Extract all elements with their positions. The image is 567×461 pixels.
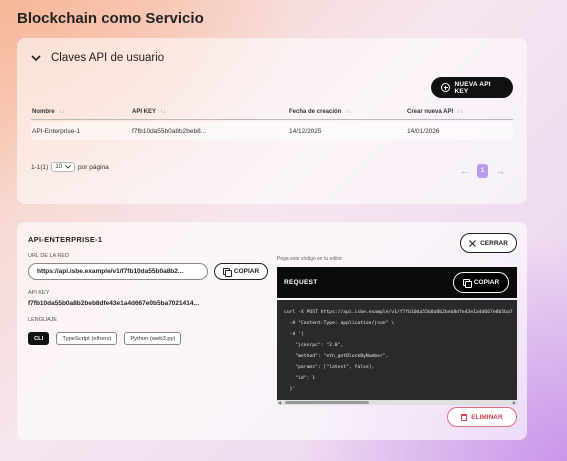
api-key-value: f7fb10da55b0a8b2beb8dfe43e1a4d667e0b5ba7… (28, 300, 199, 307)
sort-icon[interactable]: ↑↓ (59, 109, 65, 115)
add-circle-icon (441, 83, 450, 92)
request-label: REQUEST (284, 279, 318, 286)
network-url-field[interactable]: https://api.isbe.example/v1/f7fb10da55b0… (28, 263, 208, 280)
next-page-arrow-icon[interactable]: → (496, 166, 505, 176)
copy-code-button[interactable]: COPIAR (453, 272, 509, 293)
language-option-python[interactable]: Python (web3.py) (124, 332, 182, 345)
close-label: CERRAR (480, 239, 508, 247)
row-created-date: 14/12/2025 (289, 128, 322, 135)
code-line: "id": 1 (284, 376, 316, 381)
code-line: "params": ["latest", false], (284, 365, 375, 370)
detail-title: API-ENTERPRISE-1 (28, 235, 103, 244)
chevron-down-icon (31, 55, 41, 62)
row-name: API-Enterprise-1 (32, 128, 81, 135)
pagination-info: 1-1(1) 10 por página (31, 162, 109, 172)
prev-page-arrow-icon[interactable]: ← (460, 166, 469, 176)
new-api-key-button[interactable]: NUEVA API KEY (431, 77, 513, 98)
language-label: LENGUAJE (28, 317, 58, 323)
api-keys-section-title: Claves API de usuario (51, 52, 165, 64)
code-header: REQUEST COPIAR (277, 267, 517, 298)
scroll-right-icon[interactable]: ▶ (513, 400, 516, 405)
language-option-typescript[interactable]: TypeScript (ethers) (56, 332, 118, 345)
copy-url-button[interactable]: COPIAR (214, 263, 268, 280)
sort-icon[interactable]: ↑↓ (457, 109, 463, 115)
copy-icon (222, 268, 232, 277)
code-line: curl -X POST https://api.isbe.example/v1… (284, 310, 513, 315)
close-button[interactable]: CERRAR (460, 233, 517, 253)
pagination-range: 1-1(1) (31, 163, 49, 171)
per-page-value: 10 (55, 164, 63, 170)
table-header: Nombre ↑↓ API KEY ↑↓ Fecha de creación ↑… (31, 108, 513, 120)
sort-icon[interactable]: ↑↓ (345, 109, 351, 115)
api-keys-card: Claves API de usuario NUEVA API KEY Nomb… (17, 38, 527, 204)
per-page-label: por página (78, 163, 109, 171)
api-keys-section-toggle[interactable]: Claves API de usuario (31, 52, 164, 64)
copy-code-label: COPIAR (473, 279, 500, 286)
api-key-detail-card: API-ENTERPRISE-1 CERRAR URL DE LA RED ht… (17, 222, 527, 440)
code-horizontal-scrollbar[interactable]: ◀ ▶ (277, 400, 517, 405)
per-page-select[interactable]: 10 (51, 162, 76, 172)
code-hint: Pega este código en tu editor (277, 256, 343, 262)
code-line: "jsonrpc": "2.0", (284, 343, 344, 348)
language-selector: CLI TypeScript (ethers) Python (web3.py) (28, 332, 182, 345)
language-option-cli[interactable]: CLI (28, 332, 50, 345)
sort-icon[interactable]: ↑↓ (160, 109, 166, 115)
column-header-name[interactable]: Nombre ↑↓ (32, 109, 65, 115)
column-label: Fecha de creación (289, 109, 342, 115)
row-api-key: f7fb10da55b0a8b2beb8... (132, 128, 207, 135)
code-line: }' (284, 387, 296, 392)
code-line: -H "Content-Type: application/json" \ (284, 321, 395, 326)
column-label: Nombre (32, 109, 55, 115)
column-header-renew[interactable]: Crear nueva API ↑↓ (407, 109, 463, 115)
table-row[interactable]: API-Enterprise-1 f7fb10da55b0a8b2beb8...… (31, 122, 513, 140)
scrollbar-thumb[interactable] (285, 401, 369, 404)
scroll-left-icon[interactable]: ◀ (278, 400, 281, 405)
page-number-button[interactable]: 1 (477, 164, 488, 178)
copy-icon (462, 279, 472, 288)
code-line: "method": "eth_getBlockByNumber", (284, 354, 389, 359)
network-url-label: URL DE LA RED (28, 253, 70, 259)
column-label: Crear nueva API (407, 109, 454, 115)
column-header-api-key[interactable]: API KEY ↑↓ (132, 109, 166, 115)
delete-label: ELIMINAR (471, 413, 503, 421)
column-label: API KEY (132, 109, 157, 115)
new-api-key-label: NUEVA API KEY (454, 80, 491, 95)
code-block[interactable]: curl -X POST https://api.isbe.example/v1… (277, 300, 517, 400)
code-line: -d '{ (284, 332, 304, 337)
column-header-created[interactable]: Fecha de creación ↑↓ (289, 109, 351, 115)
close-icon (469, 239, 476, 247)
row-renew-date: 14/01/2026 (407, 128, 440, 135)
trash-icon (461, 413, 468, 421)
chevron-down-icon (65, 165, 71, 169)
page-title: Blockchain como Servicio (17, 10, 204, 27)
api-key-label: API KEY (28, 290, 50, 296)
copy-url-label: COPIAR (233, 268, 260, 275)
delete-button[interactable]: ELIMINAR (447, 407, 517, 427)
pagination-controls: ← 1 → (460, 164, 505, 178)
